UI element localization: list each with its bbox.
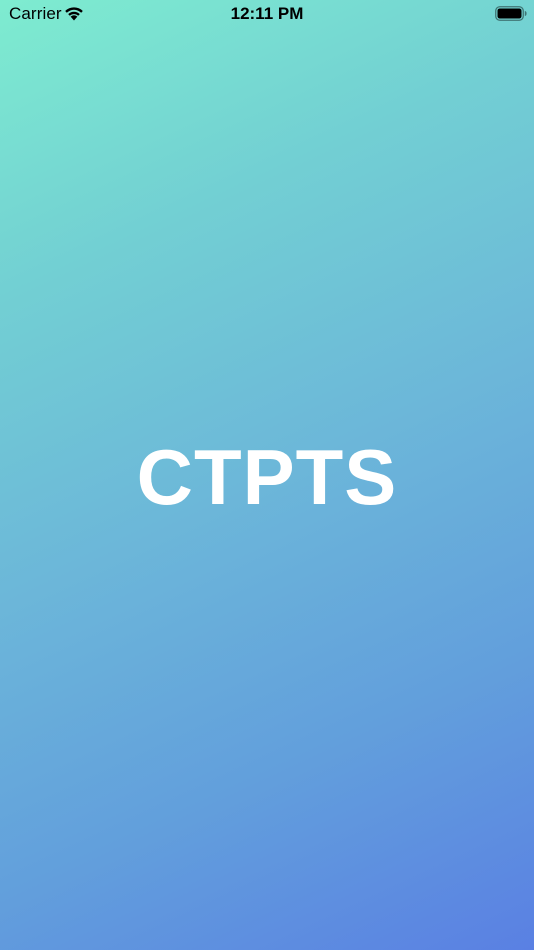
status-bar: Carrier 12:11 PM (0, 0, 534, 28)
battery-full-icon (495, 6, 527, 21)
status-time: 12:11 PM (230, 4, 304, 23)
splash-screen: Carrier 12:11 PM CTPTS (0, 0, 534, 950)
app-logo-title: CTPTS (136, 433, 398, 521)
